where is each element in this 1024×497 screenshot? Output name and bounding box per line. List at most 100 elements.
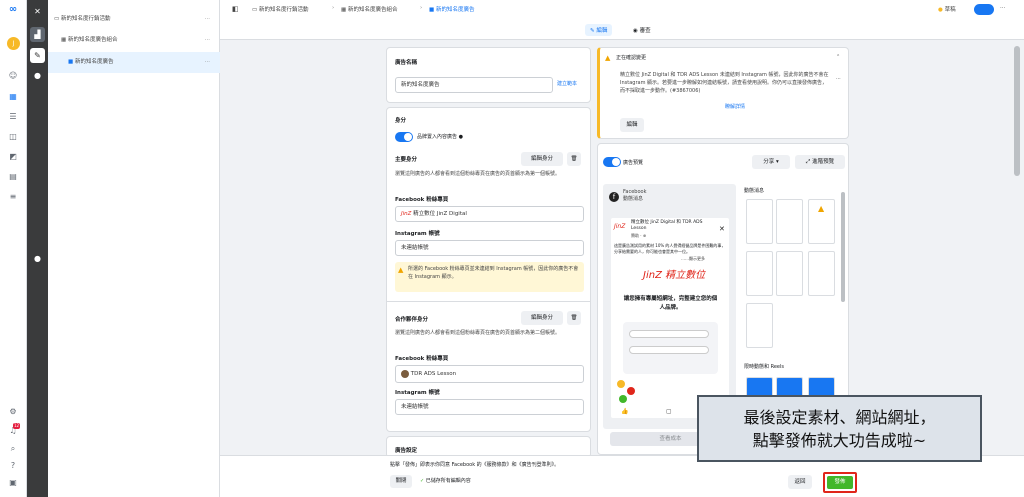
report-icon[interactable]: ▣ <box>7 478 19 488</box>
trash-icon[interactable]: 🗑 <box>567 152 581 166</box>
avatar[interactable]: J <box>7 37 20 50</box>
see-more-link[interactable]: ……顯示更多 <box>681 255 705 263</box>
share-label: 分享 <box>763 159 775 165</box>
ad-name-input[interactable]: 新的知名度廣告 <box>395 77 553 93</box>
primary-identity-desc: 瀏覽這則廣告的人都會看到這個粉絲專頁在廣告的頁首顯示為第一個帳號。 <box>395 171 561 177</box>
notice-edit-button[interactable]: 編輯 <box>620 118 644 132</box>
trash-icon[interactable]: 🗑 <box>567 311 581 325</box>
sidebar-toggle-icon[interactable]: ◧ <box>232 5 239 13</box>
like-icon[interactable]: 👍 <box>621 408 628 416</box>
placement-thumb[interactable] <box>776 199 803 244</box>
partner-fb-field[interactable]: TDR ADS Lesson <box>395 365 584 383</box>
warning-text: 所選的 Facebook 粉絲專頁並未連結到 Instagram 帳號，因此你的… <box>408 266 579 280</box>
search-icon[interactable]: ⌕ <box>7 444 19 454</box>
breadcrumb-label: 新的知名度廣告 <box>435 7 475 13</box>
fb-page-value: 精立數位 JinZ Digital <box>413 211 467 217</box>
create-template-link[interactable]: 建立範本 <box>557 80 577 88</box>
main-preview: f Facebook 動態消息 JinZ 精立數位 JinZ Digital 和… <box>603 184 736 429</box>
learn-more-link[interactable]: 瞭解詳情 <box>725 103 745 111</box>
advanced-preview-button[interactable]: ⤢ 進階預覽 <box>795 155 845 169</box>
placement-thumb[interactable] <box>746 251 773 296</box>
layers-icon[interactable]: ◩ <box>7 152 19 162</box>
placement-thumb[interactable] <box>776 251 803 296</box>
publish-highlight: 發佈 <box>823 472 857 493</box>
edit-partner-button[interactable]: 編輯身分 <box>521 311 563 325</box>
draft-label: 草稿 <box>944 7 956 13</box>
comment-icon[interactable]: ▢ <box>666 408 672 416</box>
saved-status: ✓ 已儲存所有編輯內容 <box>420 477 471 485</box>
back-button[interactable]: 返回 <box>788 475 812 489</box>
tab-edit[interactable]: ✎ 編輯 <box>585 24 613 36</box>
jinz-logo-icon: JinZ <box>614 223 626 230</box>
breadcrumb-campaign[interactable]: ▭ 新的知名度行銷活動 <box>252 5 308 13</box>
sponsored-label: 贊助 · ⊕ <box>631 233 647 238</box>
decor-dot <box>627 387 635 395</box>
chart-icon[interactable]: ◫ <box>7 132 19 142</box>
breadcrumb-separator: › <box>420 5 423 11</box>
breadcrumb-adset[interactable]: ▦ 新的知名度廣告組合 <box>341 5 397 13</box>
placement-thumb[interactable] <box>746 199 773 244</box>
draft-toggle[interactable] <box>974 4 994 15</box>
settings-icon[interactable]: ⚙ <box>7 407 19 417</box>
facebook-icon: f <box>609 192 619 202</box>
sliders-icon[interactable]: ☰ <box>7 112 19 122</box>
jinz-logo-icon: JinZ <box>401 211 412 217</box>
toggle-text: 品牌置入內容廣告 <box>417 134 458 140</box>
pencil-icon[interactable]: ✎ <box>30 48 45 63</box>
more-icon[interactable]: ··· <box>836 75 841 83</box>
bell-icon[interactable]: ♫ 12 <box>7 423 21 436</box>
partner-ig-field[interactable]: 未連結帳號 <box>395 399 584 415</box>
share-button[interactable]: 分享 ▾ <box>752 155 790 169</box>
more-icon[interactable]: ··· <box>205 9 210 30</box>
info-icon[interactable]: ● <box>459 134 463 140</box>
callout-line-2: 點擊發佈就大功告成啦~ <box>752 431 927 450</box>
expand-icon[interactable]: ● <box>30 251 45 266</box>
more-icon[interactable]: ··· <box>205 52 210 73</box>
list-icon[interactable]: ≡ <box>7 192 19 202</box>
tab-review[interactable]: ◉ 審查 <box>628 24 656 36</box>
close-icon[interactable]: ✕ <box>30 4 45 19</box>
breadcrumb-ad[interactable]: ■ 新的知名度廣告 <box>429 5 474 13</box>
emoji-icon[interactable]: ☺ <box>7 71 19 81</box>
primary-identity-title: 主要身分 <box>395 157 418 163</box>
tree-item-adset[interactable]: ▦ 新的知名度廣告組合 ··· <box>48 30 220 51</box>
tree-item-campaign[interactable]: ▭ 新的知名度行銷活動 ··· <box>48 9 220 30</box>
tree-item-ad[interactable]: ■ 新的知名度廣告 ··· <box>48 52 220 73</box>
warning-icon: ▲ <box>398 266 404 274</box>
tool-column: ✕ ▟ ✎ ● ● <box>27 0 48 497</box>
close-button[interactable]: 關閉 <box>390 475 412 488</box>
help-icon[interactable]: ? <box>7 461 19 471</box>
placement-thumb[interactable] <box>808 251 835 296</box>
branded-content-toggle[interactable] <box>395 132 413 142</box>
publish-button[interactable]: 發佈 <box>827 476 853 489</box>
tdr-avatar <box>401 369 409 378</box>
partner-identity-desc: 瀏覽這則廣告的人都會看到這個粉絲專頁在廣告的頁首顯示為第二個帳號。 <box>395 330 561 336</box>
meta-logo-icon[interactable]: ∞ <box>7 5 19 15</box>
more-icon[interactable]: ··· <box>205 30 210 51</box>
preview-toggle[interactable] <box>603 157 621 167</box>
grid-icon: ▦ <box>61 37 68 43</box>
check-icon: ✓ <box>420 478 425 484</box>
close-icon[interactable]: ✕ <box>719 225 725 233</box>
clock-icon[interactable]: ● <box>30 68 45 83</box>
collapse-icon[interactable]: ⌃ <box>836 53 840 61</box>
edit-identity-button[interactable]: 編輯身分 <box>521 152 563 166</box>
documents-icon[interactable]: ▤ <box>7 172 19 182</box>
placement-label: 動態消息 <box>623 196 644 202</box>
partner-ig-label: Instagram 帳號 <box>395 390 440 396</box>
page-scrollbar[interactable] <box>1014 46 1020 176</box>
table-icon[interactable]: ▦ <box>7 92 19 102</box>
folder-icon: ▭ <box>54 16 61 22</box>
fb-page-field[interactable]: JinZ 精立數位 JinZ Digital <box>395 206 584 222</box>
ad-headline: 讓您擁有專屬短網址，完整建立您的個人品牌。 <box>623 296 718 311</box>
tab-label: 審查 <box>639 28 651 34</box>
ad-name-label: 廣告名稱 <box>395 60 418 66</box>
partner-fb-value: TDR ADS Lesson <box>410 371 457 377</box>
ig-account-field[interactable]: 未連結帳號 <box>395 240 584 256</box>
placement-thumb[interactable]: ▲ <box>808 199 835 244</box>
more-icon[interactable]: ··· <box>1000 5 1005 11</box>
placement-thumb[interactable] <box>746 303 773 348</box>
chart-icon[interactable]: ▟ <box>30 27 45 42</box>
preview-scrollbar[interactable] <box>841 192 845 302</box>
mock-input <box>629 330 709 338</box>
